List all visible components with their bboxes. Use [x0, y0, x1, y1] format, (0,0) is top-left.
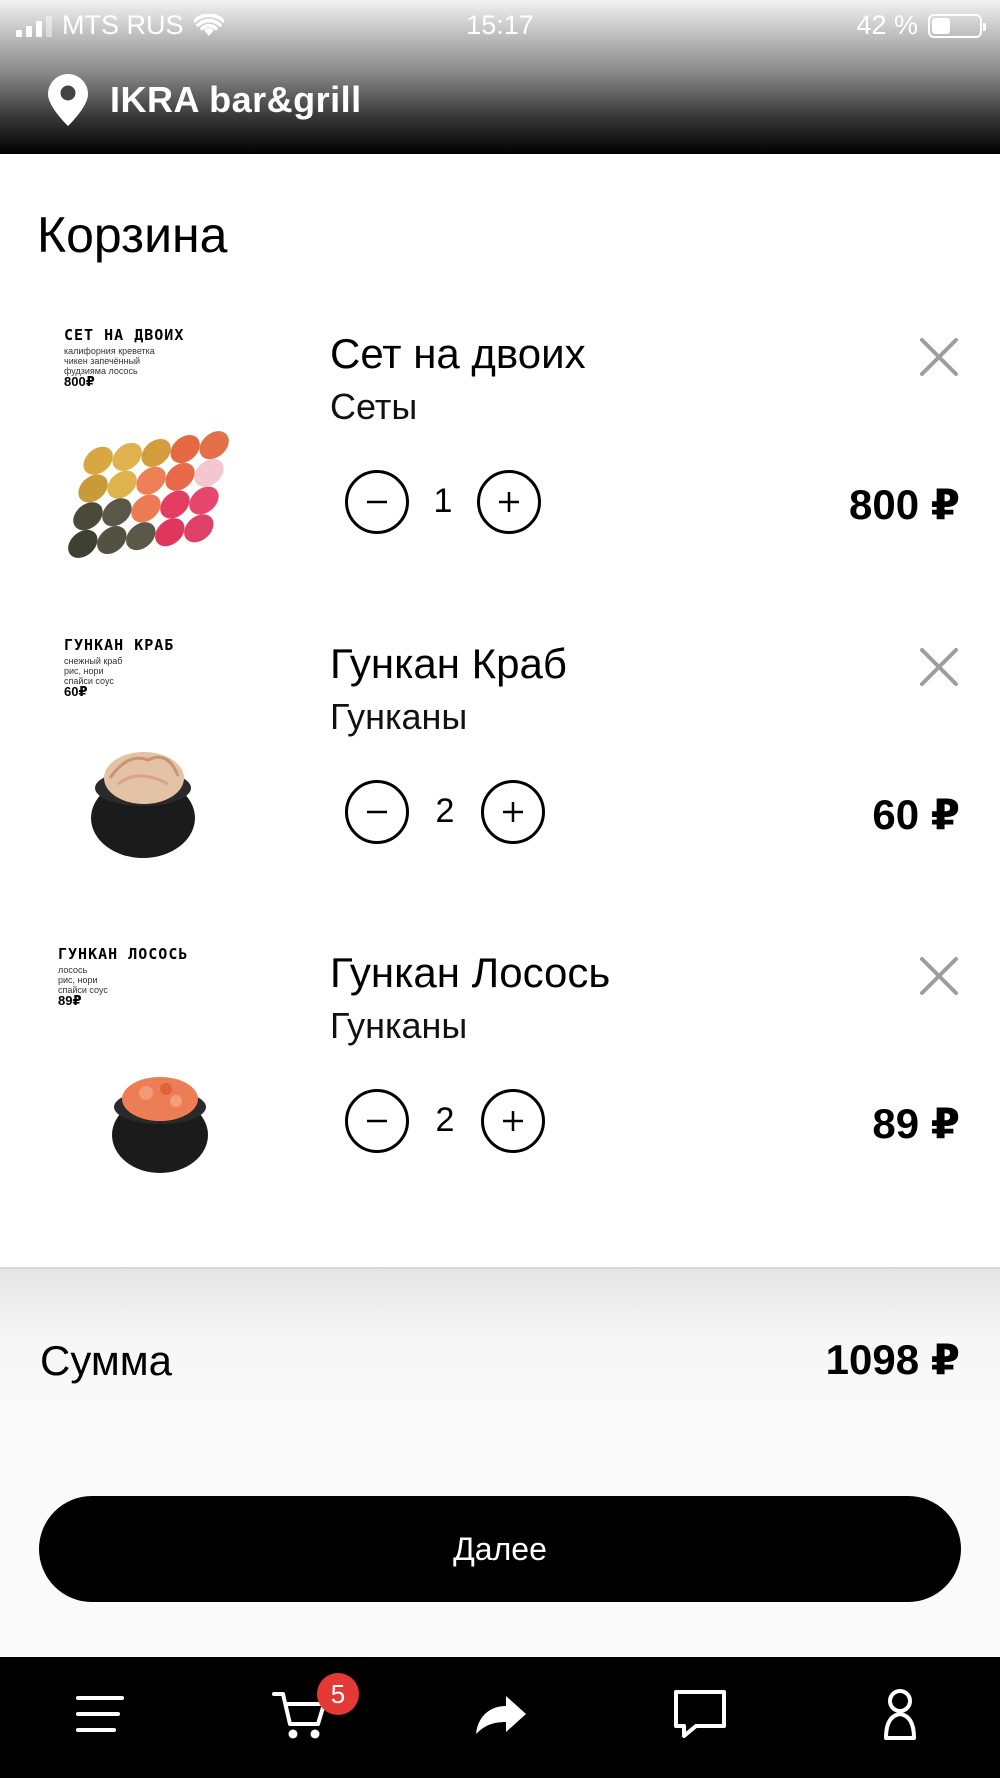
image-title: СЕТ НА ДВОИХ: [64, 326, 185, 344]
item-name: Сет на двоих: [330, 330, 586, 377]
next-button[interactable]: Далее: [39, 1496, 961, 1602]
total-amount: 1098 ₽: [825, 1336, 960, 1383]
item-category: Сеты: [330, 386, 418, 427]
gunkan-crab-photo: [91, 752, 195, 858]
remove-item-button[interactable]: [916, 644, 962, 690]
image-description: лосось рис, нори спайси соус: [58, 965, 108, 995]
remove-item-button[interactable]: [916, 334, 962, 380]
close-icon: [920, 957, 958, 995]
tab-menu[interactable]: [65, 1679, 135, 1749]
close-icon: [920, 338, 958, 376]
tab-profile[interactable]: [865, 1679, 935, 1749]
image-description: снежный краб рис, нори спайси соус: [64, 656, 123, 686]
image-title: ГУНКАН ЛОСОСЬ: [58, 945, 189, 963]
battery-percent: 42 %: [856, 10, 918, 40]
item-category: Гунканы: [330, 696, 468, 737]
increase-quantity-button[interactable]: [481, 1089, 545, 1153]
app-header: MTS RUS 15:17 42 % IKRA bar&grill: [0, 0, 1000, 154]
minus-icon: [367, 810, 387, 814]
cart-item: ГУНКАН КРАБ снежный краб рис, нори спайс…: [0, 632, 1000, 912]
decrease-quantity-button[interactable]: [345, 1089, 409, 1153]
image-description: калифорния креветка чикен запечённый фуд…: [64, 346, 155, 376]
image-price: 800₽: [64, 374, 95, 389]
share-icon: [476, 1696, 526, 1734]
item-price: 60 ₽: [872, 791, 960, 838]
minus-icon: [367, 500, 387, 504]
order-summary: Сумма 1098 ₽ Далее: [0, 1267, 1000, 1657]
image-price: 60₽: [64, 684, 88, 699]
image-price: 89₽: [58, 993, 82, 1008]
sushi-set-photo: [68, 431, 229, 558]
gunkan-salmon-photo: [112, 1077, 208, 1173]
product-image: СЕТ НА ДВОИХ калифорния креветка чикен з…: [38, 322, 268, 572]
profile-icon: [884, 1689, 916, 1740]
plus-icon: [499, 492, 519, 512]
item-price: 89 ₽: [872, 1100, 960, 1147]
item-name: Гункан Краб: [330, 640, 567, 687]
plus-icon: [503, 802, 523, 822]
quantity-value: 2: [435, 1101, 455, 1139]
product-image: ГУНКАН ЛОСОСЬ лосось рис, нори спайси со…: [38, 941, 268, 1191]
item-category: Гунканы: [330, 1005, 468, 1046]
status-bar: MTS RUS 15:17 42 %: [0, 0, 1000, 50]
increase-quantity-button[interactable]: [481, 780, 545, 844]
product-image: ГУНКАН КРАБ снежный краб рис, нори спайс…: [38, 632, 268, 882]
close-icon: [920, 648, 958, 686]
item-name: Гункан Лосось: [330, 949, 611, 996]
minus-icon: [367, 1119, 387, 1123]
battery-info: 42 %: [856, 10, 986, 41]
venue-selector[interactable]: IKRA bar&grill: [48, 74, 362, 126]
clock: 15:17: [466, 10, 534, 40]
cart-item: ГУНКАН ЛОСОСЬ лосось рис, нори спайси со…: [0, 941, 1000, 1221]
battery-icon: [928, 13, 986, 38]
location-pin-icon: [48, 74, 88, 126]
quantity-value: 1: [433, 482, 453, 520]
cart-count-badge: 5: [317, 1673, 359, 1715]
venue-name: IKRA bar&grill: [110, 79, 362, 120]
item-price: 800 ₽: [849, 481, 960, 528]
total-label: Сумма: [40, 1337, 172, 1384]
remove-item-button[interactable]: [916, 953, 962, 999]
quantity-value: 2: [435, 792, 455, 830]
tab-share[interactable]: [465, 1679, 535, 1749]
page-title: Корзина: [37, 207, 228, 263]
increase-quantity-button[interactable]: [477, 470, 541, 534]
decrease-quantity-button[interactable]: [345, 470, 409, 534]
bottom-tab-bar: 5: [0, 1657, 1000, 1778]
image-title: ГУНКАН КРАБ: [64, 636, 175, 654]
cart-item: СЕТ НА ДВОИХ калифорния креветка чикен з…: [0, 322, 1000, 602]
decrease-quantity-button[interactable]: [345, 780, 409, 844]
tab-chat[interactable]: [665, 1679, 735, 1749]
plus-icon: [503, 1111, 523, 1131]
chat-icon: [674, 1690, 726, 1738]
menu-icon: [76, 1696, 124, 1732]
